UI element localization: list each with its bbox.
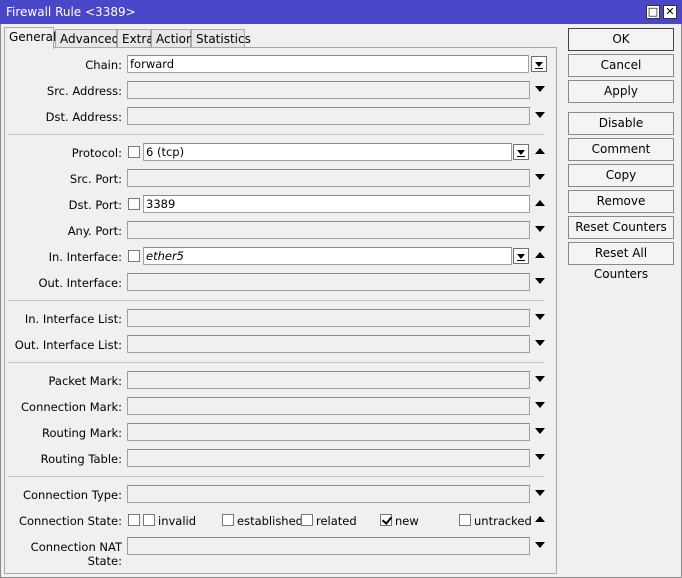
ok-button[interactable]: OK bbox=[568, 28, 674, 51]
tab-general[interactable]: General bbox=[4, 27, 56, 49]
packet-mark-field[interactable] bbox=[127, 371, 530, 389]
state-untracked-label: untracked bbox=[474, 514, 532, 528]
dst-port-value: 3389 bbox=[146, 197, 176, 211]
dst-port-negate-checkbox[interactable] bbox=[128, 198, 140, 210]
in-interface-dropdown-icon[interactable] bbox=[513, 248, 529, 264]
separator bbox=[8, 134, 544, 135]
copy-button[interactable]: Copy bbox=[568, 164, 674, 187]
remove-button[interactable]: Remove bbox=[568, 190, 674, 213]
protocol-dropdown-icon[interactable] bbox=[513, 144, 529, 160]
title-bar: Firewall Rule <3389> □ ✕ bbox=[0, 0, 682, 24]
dst-port-field[interactable]: 3389 bbox=[143, 195, 530, 213]
any-port-label: Any. Port: bbox=[67, 224, 122, 238]
state-related-label: related bbox=[316, 514, 357, 528]
routing-table-field[interactable] bbox=[127, 449, 530, 467]
any-port-expand-icon[interactable] bbox=[535, 226, 545, 232]
protocol-field[interactable]: 6 (tcp) bbox=[143, 143, 512, 161]
in-interface-collapse-icon[interactable] bbox=[535, 252, 545, 258]
apply-button[interactable]: Apply bbox=[568, 80, 674, 103]
disable-button[interactable]: Disable bbox=[568, 112, 674, 135]
reset-counters-button[interactable]: Reset Counters bbox=[568, 216, 674, 239]
in-interface-value: ether5 bbox=[146, 249, 184, 263]
tab-statistics[interactable]: Statistics bbox=[191, 29, 251, 48]
out-interface-label: Out. Interface: bbox=[38, 276, 122, 290]
tab-action[interactable]: Action bbox=[151, 29, 194, 48]
src-address-field[interactable] bbox=[127, 81, 530, 99]
protocol-value: 6 (tcp) bbox=[146, 145, 185, 159]
out-interface-list-label: Out. Interface List: bbox=[14, 338, 122, 352]
connection-type-field[interactable] bbox=[127, 485, 530, 503]
state-new-checkbox[interactable] bbox=[380, 514, 392, 526]
separator bbox=[8, 362, 544, 363]
connection-mark-expand-icon[interactable] bbox=[535, 402, 545, 408]
connection-state-negate-checkbox[interactable] bbox=[128, 514, 140, 526]
in-interface-list-label: In. Interface List: bbox=[24, 312, 122, 326]
cancel-button[interactable]: Cancel bbox=[568, 54, 674, 77]
connection-type-expand-icon[interactable] bbox=[535, 490, 545, 496]
connection-state-label: Connection State: bbox=[18, 514, 122, 528]
routing-mark-expand-icon[interactable] bbox=[535, 428, 545, 434]
connection-type-label: Connection Type: bbox=[22, 488, 122, 502]
protocol-label: Protocol: bbox=[71, 146, 122, 160]
state-new-label: new bbox=[395, 514, 419, 528]
dst-address-expand-icon[interactable] bbox=[535, 112, 545, 118]
close-icon[interactable]: ✕ bbox=[663, 5, 677, 19]
src-address-expand-icon[interactable] bbox=[535, 86, 545, 92]
connection-state-collapse-icon[interactable] bbox=[535, 516, 545, 522]
chain-dropdown-icon[interactable] bbox=[531, 56, 547, 72]
state-untracked-checkbox[interactable] bbox=[459, 514, 471, 526]
comment-button[interactable]: Comment bbox=[568, 138, 674, 161]
routing-mark-label: Routing Mark: bbox=[42, 426, 122, 440]
src-port-expand-icon[interactable] bbox=[535, 174, 545, 180]
dst-port-collapse-icon[interactable] bbox=[535, 200, 545, 206]
tab-extra[interactable]: Extra bbox=[117, 29, 154, 48]
connection-mark-field[interactable] bbox=[127, 397, 530, 415]
routing-table-expand-icon[interactable] bbox=[535, 454, 545, 460]
protocol-negate-checkbox[interactable] bbox=[128, 146, 140, 158]
out-interface-expand-icon[interactable] bbox=[535, 278, 545, 284]
src-port-label: Src. Port: bbox=[69, 172, 122, 186]
protocol-collapse-icon[interactable] bbox=[535, 148, 545, 154]
dst-port-label: Dst. Port: bbox=[68, 198, 122, 212]
restore-icon[interactable]: □ bbox=[646, 5, 660, 19]
in-interface-list-field[interactable] bbox=[127, 309, 530, 327]
connection-nat-state-field[interactable] bbox=[127, 537, 530, 555]
routing-mark-field[interactable] bbox=[127, 423, 530, 441]
packet-mark-label: Packet Mark: bbox=[48, 374, 122, 388]
src-address-label: Src. Address: bbox=[46, 84, 122, 98]
chain-field[interactable]: forward bbox=[127, 55, 529, 73]
packet-mark-expand-icon[interactable] bbox=[535, 376, 545, 382]
chain-value: forward bbox=[130, 57, 175, 71]
connection-nat-state-label: Connection NAT State: bbox=[30, 540, 122, 568]
out-interface-field[interactable] bbox=[127, 273, 530, 291]
in-interface-negate-checkbox[interactable] bbox=[128, 250, 140, 262]
state-related-checkbox[interactable] bbox=[301, 514, 313, 526]
src-port-field[interactable] bbox=[127, 169, 530, 187]
reset-all-counters-button[interactable]: Reset All Counters bbox=[568, 242, 674, 281]
in-interface-list-expand-icon[interactable] bbox=[535, 314, 545, 320]
connection-nat-state-expand-icon[interactable] bbox=[535, 542, 545, 548]
any-port-field[interactable] bbox=[127, 221, 530, 239]
chain-label: Chain: bbox=[85, 58, 122, 72]
out-interface-list-expand-icon[interactable] bbox=[535, 340, 545, 346]
window-title: Firewall Rule <3389> bbox=[6, 5, 136, 19]
dst-address-field[interactable] bbox=[127, 107, 530, 125]
state-invalid-checkbox[interactable] bbox=[143, 514, 155, 526]
in-interface-field[interactable]: ether5 bbox=[143, 247, 512, 265]
state-established-label: established bbox=[237, 514, 303, 528]
tab-advanced[interactable]: Advanced bbox=[55, 29, 119, 48]
separator bbox=[8, 476, 544, 477]
connection-mark-label: Connection Mark: bbox=[21, 400, 122, 414]
dst-address-label: Dst. Address: bbox=[45, 110, 122, 124]
in-interface-label: In. Interface: bbox=[48, 250, 122, 264]
separator bbox=[8, 300, 544, 301]
state-invalid-label: invalid bbox=[158, 514, 197, 528]
state-established-checkbox[interactable] bbox=[222, 514, 234, 526]
out-interface-list-field[interactable] bbox=[127, 335, 530, 353]
routing-table-label: Routing Table: bbox=[40, 452, 122, 466]
